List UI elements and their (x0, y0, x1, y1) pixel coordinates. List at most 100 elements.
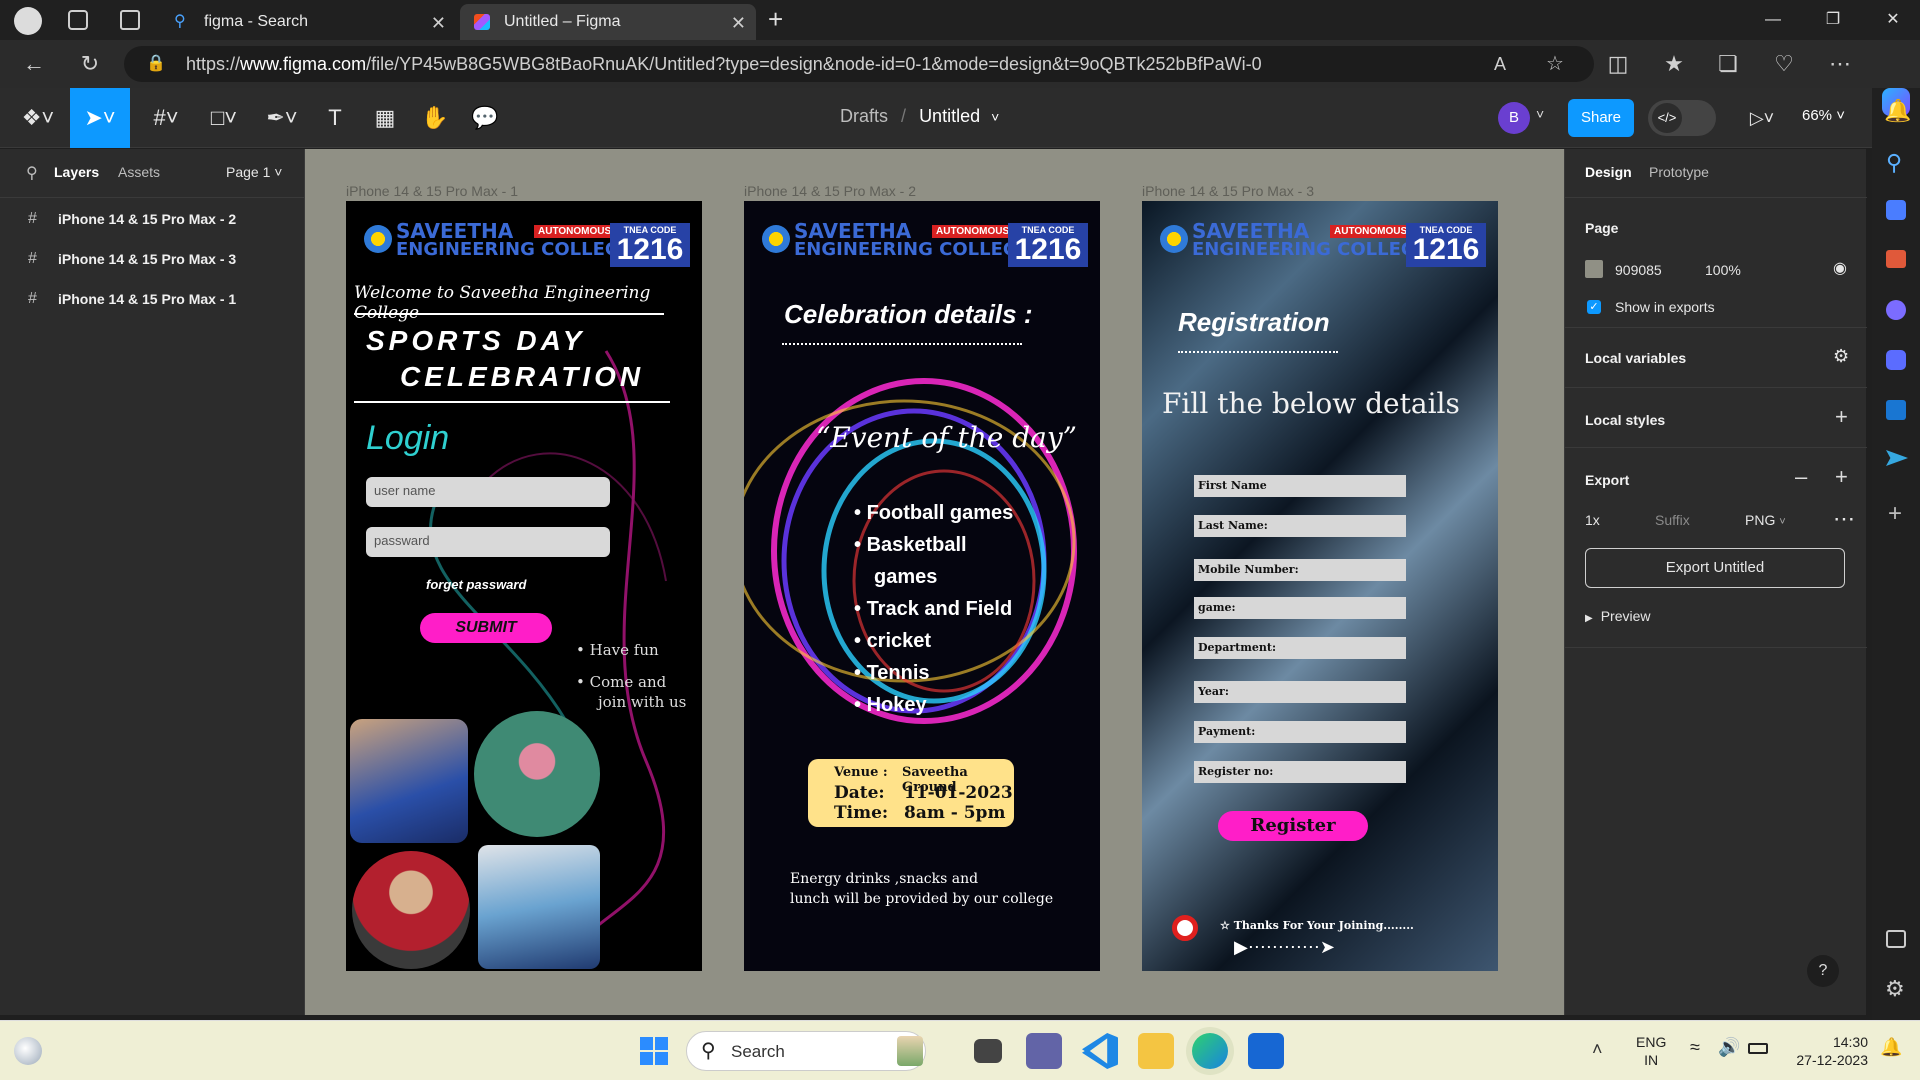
password-input[interactable]: passward (366, 527, 610, 557)
preview-toggle[interactable]: ▶ Preview (1585, 608, 1651, 624)
add-export-icon[interactable]: + (1835, 464, 1848, 490)
file-explorer-icon[interactable] (1138, 1033, 1174, 1069)
vscode-icon[interactable] (1082, 1033, 1118, 1069)
add-icon[interactable]: + (1888, 500, 1902, 528)
payment-field[interactable]: Payment: (1194, 721, 1406, 743)
page-color-swatch[interactable] (1585, 260, 1603, 278)
dev-mode-toggle[interactable]: </> (1648, 100, 1716, 136)
page-opacity[interactable]: 100% (1705, 262, 1741, 278)
settings-icon[interactable]: ⚙ (1885, 976, 1905, 1002)
add-style-icon[interactable]: + (1835, 404, 1848, 430)
frame-registration[interactable]: SAVEETHA ENGINEERING COLLEGE AUTONOMOUS … (1142, 201, 1498, 971)
export-format-select[interactable]: PNG ˅ (1745, 512, 1786, 528)
present-icon[interactable]: ▷˅ (1742, 98, 1782, 138)
frame-details[interactable]: SAVEETHA ENGINEERING COLLEGE AUTONOMOUS … (744, 201, 1100, 971)
task-view-icon[interactable] (974, 1039, 1002, 1063)
help-icon[interactable]: ? (1807, 955, 1839, 987)
favorite-star-icon[interactable]: ☆ (1546, 46, 1564, 82)
edge-icon[interactable] (1192, 1033, 1228, 1069)
shape-tool-icon[interactable]: □˅ (202, 98, 246, 138)
store-icon[interactable] (1248, 1033, 1284, 1069)
main-menu-icon[interactable]: ❖˅ (18, 98, 58, 138)
game-field[interactable]: game: (1194, 597, 1406, 619)
new-tab-icon[interactable]: + (768, 4, 783, 35)
export-scale[interactable]: 1x (1585, 512, 1600, 528)
start-button-icon[interactable] (640, 1037, 668, 1065)
tab-assets[interactable]: Assets (118, 164, 160, 180)
export-more-icon[interactable]: ⋯ (1833, 506, 1855, 532)
submit-button[interactable]: SUBMIT (420, 613, 552, 643)
register-no-field[interactable]: Register no: (1194, 761, 1406, 783)
teams-icon[interactable] (1026, 1033, 1062, 1069)
layer-item-frame-2[interactable]: # iPhone 14 & 15 Pro Max - 2 (28, 207, 236, 231)
back-icon[interactable]: ← (20, 50, 48, 78)
language-indicator[interactable]: ENG IN (1636, 1033, 1666, 1069)
tab-prototype[interactable]: Prototype (1649, 164, 1709, 180)
remove-export-icon[interactable]: – (1795, 464, 1807, 490)
avatar-chevron-icon[interactable]: ˅ (1536, 106, 1544, 122)
department-field[interactable]: Department: (1194, 637, 1406, 659)
show-in-exports-checkbox[interactable]: ✓ (1587, 300, 1601, 314)
tab-layers[interactable]: Layers (54, 164, 99, 180)
first-name-field[interactable]: First Name (1194, 475, 1406, 497)
eye-icon[interactable]: ◉ (1833, 258, 1847, 278)
tab-figma[interactable]: Untitled – Figma ✕ (460, 4, 756, 40)
hand-tool-icon[interactable]: ✋ (418, 98, 452, 138)
avatar[interactable]: B (1498, 102, 1530, 134)
resources-icon[interactable]: ▦ (368, 98, 402, 138)
mobile-number-field[interactable]: Mobile Number: (1194, 559, 1406, 581)
forget-password-link[interactable]: forget passward (426, 577, 526, 592)
tab-search[interactable]: ⚲ figma - Search ✕ (160, 4, 456, 40)
close-icon[interactable]: ✕ (731, 13, 746, 34)
tab-design[interactable]: Design (1585, 164, 1632, 180)
variables-icon[interactable]: ⚙ (1833, 346, 1849, 367)
frame-label[interactable]: iPhone 14 & 15 Pro Max - 2 (744, 183, 916, 199)
taskbar-search-box[interactable]: ⚲ Search (686, 1031, 926, 1071)
pen-tool-icon[interactable]: ✒˅ (260, 98, 304, 138)
battery-icon[interactable] (1748, 1043, 1768, 1054)
zoom-level[interactable]: 66% ˅ (1802, 107, 1845, 124)
year-field[interactable]: Year: (1194, 681, 1406, 703)
favorites-icon[interactable]: ★ (1660, 50, 1688, 78)
file-title[interactable]: Untitled (919, 106, 980, 126)
workspaces-icon[interactable] (68, 10, 88, 30)
split-screen-icon[interactable]: ◫ (1604, 50, 1632, 78)
collections-icon[interactable]: ❏ (1714, 50, 1742, 78)
share-button[interactable]: Share (1568, 99, 1634, 137)
volume-icon[interactable]: 🔊 (1718, 1037, 1740, 1058)
username-input[interactable]: user name (366, 477, 610, 507)
sidebar-toggle-icon[interactable] (1886, 930, 1906, 948)
tools-icon[interactable] (1886, 250, 1906, 268)
shopping-icon[interactable] (1886, 200, 1906, 220)
wifi-icon[interactable]: ≈ (1690, 1037, 1700, 1058)
register-button[interactable]: Register (1218, 811, 1368, 841)
maximize-icon[interactable]: ❐ (1810, 6, 1856, 34)
local-variables-title[interactable]: Local variables (1585, 350, 1686, 366)
games-icon[interactable] (1886, 300, 1906, 320)
breadcrumb-root[interactable]: Drafts (840, 106, 888, 126)
minimize-icon[interactable]: — (1750, 6, 1796, 34)
refresh-icon[interactable]: ↻ (76, 50, 104, 78)
more-icon[interactable]: ⋯ (1826, 50, 1854, 78)
tab-actions-icon[interactable] (120, 10, 140, 30)
frame-label[interactable]: iPhone 14 & 15 Pro Max - 3 (1142, 183, 1314, 199)
send-icon[interactable] (1886, 450, 1908, 466)
canvas[interactable]: iPhone 14 & 15 Pro Max - 1 SAVEETHA ENGI… (305, 149, 1564, 1015)
notification-bell-icon[interactable]: 🔔 (1880, 1037, 1902, 1058)
layer-item-frame-3[interactable]: # iPhone 14 & 15 Pro Max - 3 (28, 247, 236, 271)
profile-icon[interactable] (14, 7, 42, 35)
page-color-hex[interactable]: 909085 (1615, 262, 1662, 278)
layer-item-frame-1[interactable]: # iPhone 14 & 15 Pro Max - 1 (28, 287, 236, 311)
export-button[interactable]: Export Untitled (1585, 548, 1845, 588)
export-suffix-input[interactable]: Suffix (1655, 512, 1690, 528)
page-selector[interactable]: Page 1 ˅ (226, 164, 282, 180)
read-aloud-icon[interactable]: A (1494, 46, 1506, 82)
notification-icon[interactable]: 🔔 (1884, 98, 1911, 124)
frame-label[interactable]: iPhone 14 & 15 Pro Max - 1 (346, 183, 518, 199)
close-window-icon[interactable]: ✕ (1870, 6, 1916, 34)
close-icon[interactable]: ✕ (431, 13, 446, 34)
frame-tool-icon[interactable]: #˅ (144, 98, 188, 138)
move-tool-icon[interactable]: ➤˅ (70, 88, 130, 148)
outlook-icon[interactable] (1886, 400, 1906, 420)
browser-essentials-icon[interactable]: ♡ (1770, 50, 1798, 78)
